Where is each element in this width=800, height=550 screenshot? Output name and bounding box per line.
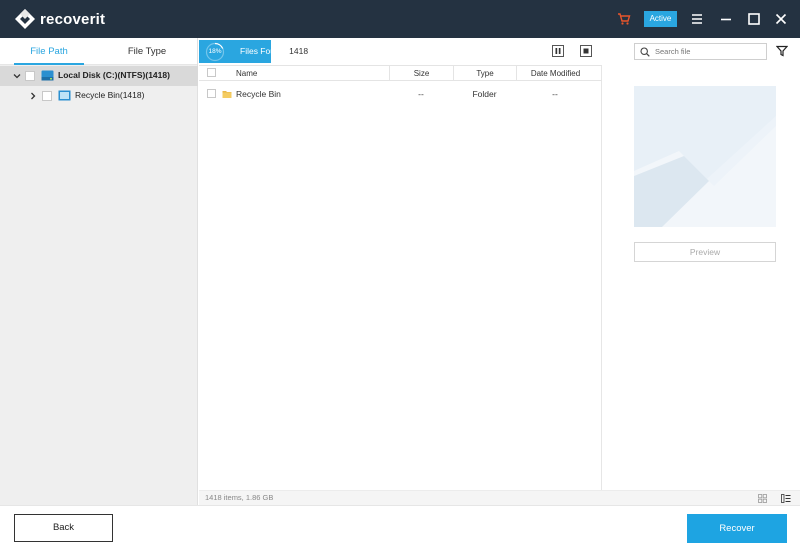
minimize-icon[interactable] <box>719 12 733 26</box>
app-logo: recoverit <box>14 8 105 30</box>
files-found-label: Files Found: <box>240 46 287 56</box>
row-type: Folder <box>472 89 497 99</box>
row-date: -- <box>552 89 558 99</box>
tab-file-type[interactable]: File Type <box>114 38 180 65</box>
search-icon <box>640 47 650 57</box>
column-name[interactable]: Name <box>224 66 390 81</box>
files-found-count: 1418 <box>289 46 309 56</box>
files-found: Files Found: 1418 <box>240 38 308 65</box>
stop-button[interactable] <box>580 45 592 57</box>
row-checkbox[interactable] <box>207 89 216 98</box>
grid-view-icon[interactable] <box>758 494 767 503</box>
chevron-right-icon[interactable] <box>29 92 37 100</box>
filter-icon[interactable] <box>776 45 788 57</box>
chevron-down-icon[interactable] <box>13 72 21 80</box>
scan-toolbar: 18% Files Found: 1418 <box>199 38 800 65</box>
title-bar: recoverit Active <box>0 0 800 38</box>
active-badge[interactable]: Active <box>644 11 677 27</box>
back-button[interactable]: Back <box>14 514 113 542</box>
tree-item-local-disk[interactable]: Local Disk (C:)(NTFS)(1418) <box>0 66 198 86</box>
tree-item-recycle-bin[interactable]: Recycle Bin(1418) <box>0 86 198 106</box>
table-row[interactable]: Recycle Bin -- Folder -- <box>199 86 602 102</box>
tree-item-label: Local Disk (C:)(NTFS)(1418) <box>58 70 170 80</box>
left-panel: File Path File Type Local Disk (C:)(NTFS… <box>0 38 198 505</box>
close-icon[interactable] <box>774 12 788 26</box>
app-name: recoverit <box>40 10 106 28</box>
select-all-checkbox[interactable] <box>207 68 216 77</box>
drive-icon <box>41 70 54 81</box>
menu-icon[interactable] <box>690 12 704 26</box>
table-header: Name Size Type Date Modified <box>199 65 602 81</box>
tab-bar: File Path File Type <box>0 38 197 65</box>
folder-icon <box>222 91 232 98</box>
column-size[interactable]: Size <box>389 66 453 81</box>
tree-item-label: Recycle Bin(1418) <box>75 90 145 100</box>
status-bar: 1418 items, 1.86 GB <box>199 490 800 505</box>
progress-percent: 18% <box>208 48 222 55</box>
stop-icon <box>583 48 589 54</box>
maximize-icon[interactable] <box>747 12 761 26</box>
list-view-icon[interactable] <box>781 494 791 503</box>
preview-placeholder-image <box>634 86 776 227</box>
tree-checkbox[interactable] <box>25 71 35 81</box>
row-size: -- <box>418 89 424 99</box>
status-summary: 1418 items, 1.86 GB <box>205 493 274 502</box>
column-date-modified[interactable]: Date Modified <box>516 66 594 81</box>
pause-icon <box>555 48 561 54</box>
recycle-bin-folder-icon <box>58 90 71 101</box>
bottom-bar: Back Recover <box>0 505 800 550</box>
recover-button[interactable]: Recover <box>687 514 787 543</box>
cart-icon[interactable] <box>617 12 631 26</box>
preview-panel: Preview <box>603 65 800 490</box>
search-box[interactable] <box>634 43 767 60</box>
row-name: Recycle Bin <box>236 89 281 99</box>
recoverit-logo-icon <box>15 9 35 29</box>
tab-file-path[interactable]: File Path <box>14 38 84 65</box>
tree-checkbox[interactable] <box>42 91 52 101</box>
pause-button[interactable] <box>552 45 564 57</box>
column-type[interactable]: Type <box>453 66 516 81</box>
search-input[interactable] <box>655 45 763 58</box>
preview-button[interactable]: Preview <box>634 242 776 262</box>
file-table: Name Size Type Date Modified Recycle Bin… <box>199 65 602 490</box>
